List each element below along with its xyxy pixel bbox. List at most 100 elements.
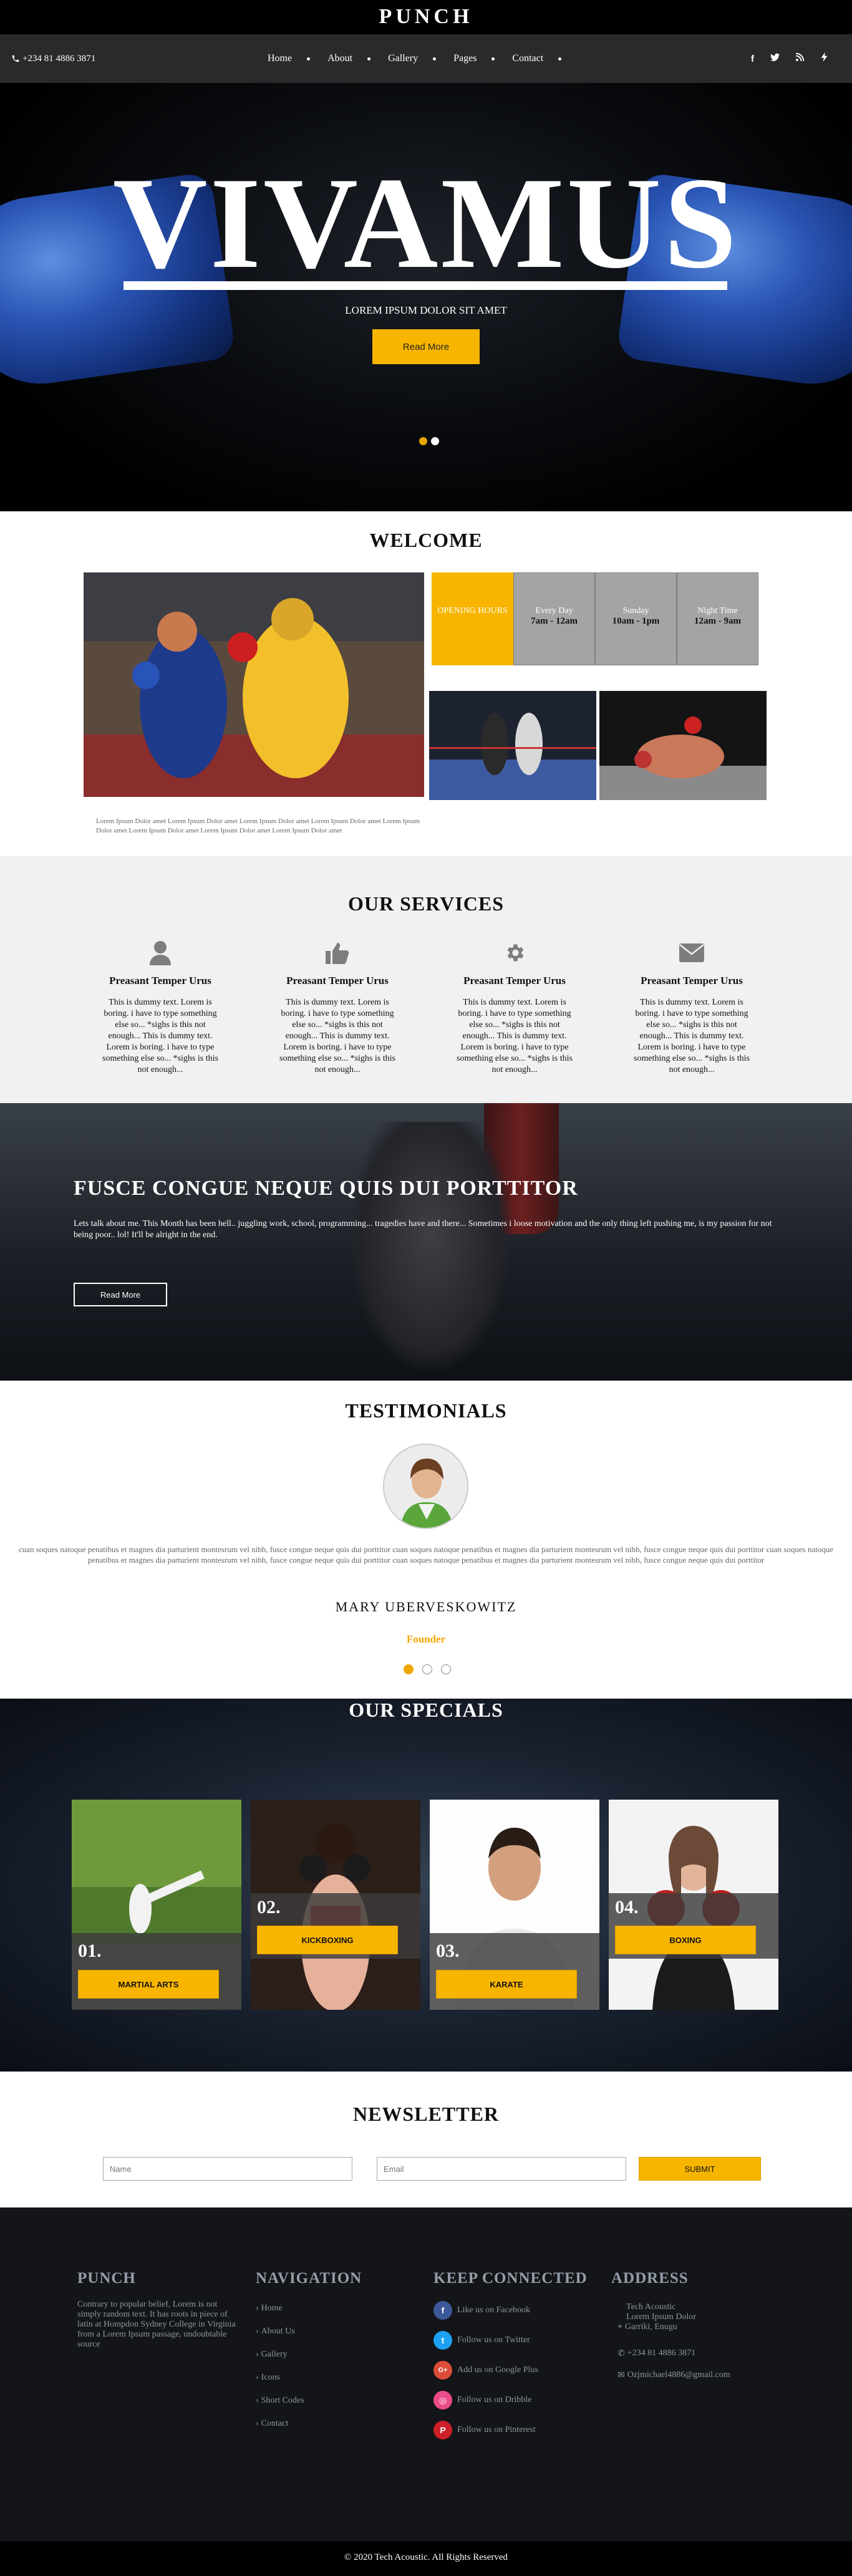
chevron-right-icon: ›	[256, 2303, 259, 2313]
envelope-icon: ✉	[617, 2371, 625, 2380]
footer-google-plus[interactable]: G+ Add us on Google Plus	[433, 2361, 588, 2380]
nav-home[interactable]: Home	[259, 53, 319, 64]
card-number: 04.	[615, 1897, 639, 1918]
testimonial-dot[interactable]	[441, 1664, 451, 1674]
footer-link-home[interactable]: › Home	[256, 2303, 362, 2313]
newsletter-submit-button[interactable]: SUBMIT	[639, 2157, 761, 2181]
promo-banner: FUSCE CONGUE NEQUE QUIS DUI PORTTITOR Le…	[0, 1103, 852, 1381]
brand-bar: PUNCH	[0, 0, 852, 34]
testimonials-section: TESTIMONIALS cuan soques natoque penatib…	[0, 1381, 852, 1699]
slider-dot[interactable]	[419, 437, 427, 445]
footer-facebook[interactable]: f Like us on Facebook	[433, 2301, 588, 2320]
newsletter-section: NEWSLETTER SUBMIT	[0, 2072, 852, 2207]
specials-section: OUR SPECIALS 01. MARTIAL ARTS 02. KICKBO…	[0, 1699, 852, 2072]
banner-title: FUSCE CONGUE NEQUE QUIS DUI PORTTITOR	[74, 1177, 578, 1200]
address-phone: ✆ +234 81 4886 3871	[617, 2348, 696, 2358]
slider-dot-active[interactable]	[431, 437, 439, 445]
hero-title: VIVAMUS	[112, 151, 740, 296]
footer-link-short-codes[interactable]: › Short Codes	[256, 2396, 362, 2406]
hero-subtitle: LOREM IPSUM DOLOR SIT AMET	[345, 304, 507, 316]
footer-twitter[interactable]: t Follow us on Twitter	[433, 2331, 588, 2350]
newsletter-name-input[interactable]	[103, 2157, 352, 2181]
kickboxing-button[interactable]: KICKBOXING	[257, 1926, 398, 1954]
nav-bar: +234 81 4886 3871 Home About Gallery Pag…	[0, 34, 852, 83]
service-card: Preasant Temper Urus This is dummy text.…	[629, 938, 754, 1076]
service-card: Preasant Temper Urus This is dummy text.…	[275, 938, 400, 1076]
bolt-icon[interactable]	[820, 52, 828, 65]
martial-arts-button[interactable]: MARTIAL ARTS	[78, 1970, 219, 1999]
testimonial-name: MARY UBERVESKOWITZ	[335, 1599, 517, 1614]
grappling-photo	[599, 691, 767, 800]
card-number: 01.	[78, 1941, 102, 1961]
special-card: 02. KICKBOXING	[251, 1800, 420, 2010]
phone-number: +234 81 4886 3871	[11, 54, 95, 64]
special-card: 03. KARATE	[430, 1800, 599, 2010]
address-email[interactable]: ✉ Ozjmichael4886@gmail.com	[611, 2370, 730, 2381]
testimonial-text: cuan soques natoque penatibus et magnes …	[18, 1545, 834, 1565]
service-title: Preasant Temper Urus	[109, 975, 211, 987]
service-text: This is dummy text. Lorem is boring. i h…	[634, 998, 750, 1074]
hours-header: OPENING HOURS	[432, 572, 513, 665]
address-line: Tech Acoustic	[626, 2302, 676, 2312]
boxing-button[interactable]: BOXING	[615, 1926, 756, 1954]
google-plus-icon: G+	[433, 2361, 452, 2380]
pinterest-icon: P	[433, 2421, 452, 2439]
service-title: Preasant Temper Urus	[463, 975, 566, 987]
services-title: OUR SERVICES	[347, 892, 505, 915]
footer-link-icons[interactable]: › Icons	[256, 2373, 362, 2383]
service-text: This is dummy text. Lorem is boring. i h…	[457, 998, 573, 1074]
dribbble-icon: ◎	[433, 2391, 452, 2410]
testimonial-role: Founder	[406, 1633, 446, 1645]
testimonial-dot-active[interactable]	[404, 1664, 414, 1674]
footer-address-title: ADDRESS	[611, 2270, 689, 2287]
hero-section: VIVAMUS LOREM IPSUM DOLOR SIT AMET Read …	[0, 83, 852, 511]
nav-about[interactable]: About	[319, 53, 379, 64]
kickboxer-figure	[349, 1122, 511, 1371]
facebook-icon[interactable]: f	[751, 54, 754, 64]
banner-read-more-button[interactable]: Read More	[74, 1283, 167, 1306]
services-section: OUR SERVICES Preasant Temper Urus This i…	[0, 856, 852, 1103]
footer-pinterest[interactable]: P Follow us on Pinterest	[433, 2421, 588, 2439]
hours-night: Night Time 12am - 9am	[677, 572, 758, 665]
chevron-right-icon: ›	[256, 2373, 259, 2382]
card-number: 03.	[436, 1941, 460, 1961]
avatar	[383, 1444, 468, 1529]
address-city: ⌖ Garriki, Enugu	[617, 2322, 677, 2332]
service-title: Preasant Temper Urus	[641, 975, 743, 987]
service-text: This is dummy text. Lorem is boring. i h…	[102, 998, 218, 1074]
testimonial-dot[interactable]	[422, 1664, 432, 1674]
nav-gallery[interactable]: Gallery	[379, 53, 445, 64]
nav-pages[interactable]: Pages	[445, 53, 503, 64]
rss-icon[interactable]	[795, 52, 805, 64]
nav-separator	[433, 57, 437, 60]
service-title: Preasant Temper Urus	[286, 975, 389, 987]
gear-icon	[507, 944, 524, 962]
hero-slider-dots	[419, 437, 439, 445]
site-logo[interactable]: PUNCH	[379, 5, 473, 28]
address-line: Lorem Ipsum Dolor	[626, 2312, 696, 2322]
copyright-bar: © 2020 Tech Acoustic. All Rights Reserve…	[0, 2541, 852, 2576]
service-card: Preasant Temper Urus This is dummy text.…	[98, 938, 223, 1076]
hero-read-more-button[interactable]: Read More	[372, 329, 480, 364]
map-pin-icon: ⌖	[617, 2322, 622, 2332]
footer-about: PUNCH Contrary to popular belief, Lorem …	[77, 2270, 241, 2350]
nav-contact[interactable]: Contact	[503, 53, 570, 64]
karate-button[interactable]: KARATE	[436, 1970, 577, 1999]
special-card: 01. MARTIAL ARTS	[72, 1800, 241, 2010]
opening-hours: OPENING HOURS Every Day 7am - 12am Sunday…	[432, 572, 758, 665]
main-menu: Home About Gallery Pages Contact	[259, 34, 570, 83]
footer-link-gallery[interactable]: › Gallery	[256, 2350, 362, 2360]
chevron-right-icon: ›	[256, 2327, 259, 2336]
footer-link-about[interactable]: › About Us	[256, 2327, 362, 2337]
newsletter-title: NEWSLETTER	[352, 2103, 500, 2125]
newsletter-email-input[interactable]	[377, 2157, 626, 2181]
twitter-icon: t	[433, 2331, 452, 2350]
phone-icon: ✆	[617, 2349, 625, 2358]
chevron-right-icon: ›	[256, 2419, 259, 2428]
footer-link-contact[interactable]: › Contact	[256, 2419, 362, 2429]
thumbs-up-icon	[326, 943, 349, 964]
twitter-icon[interactable]	[770, 53, 780, 65]
ring-photo	[429, 691, 596, 800]
footer-dribbble[interactable]: ◎ Follow us on Dribble	[433, 2391, 588, 2410]
nav-separator	[491, 57, 495, 60]
